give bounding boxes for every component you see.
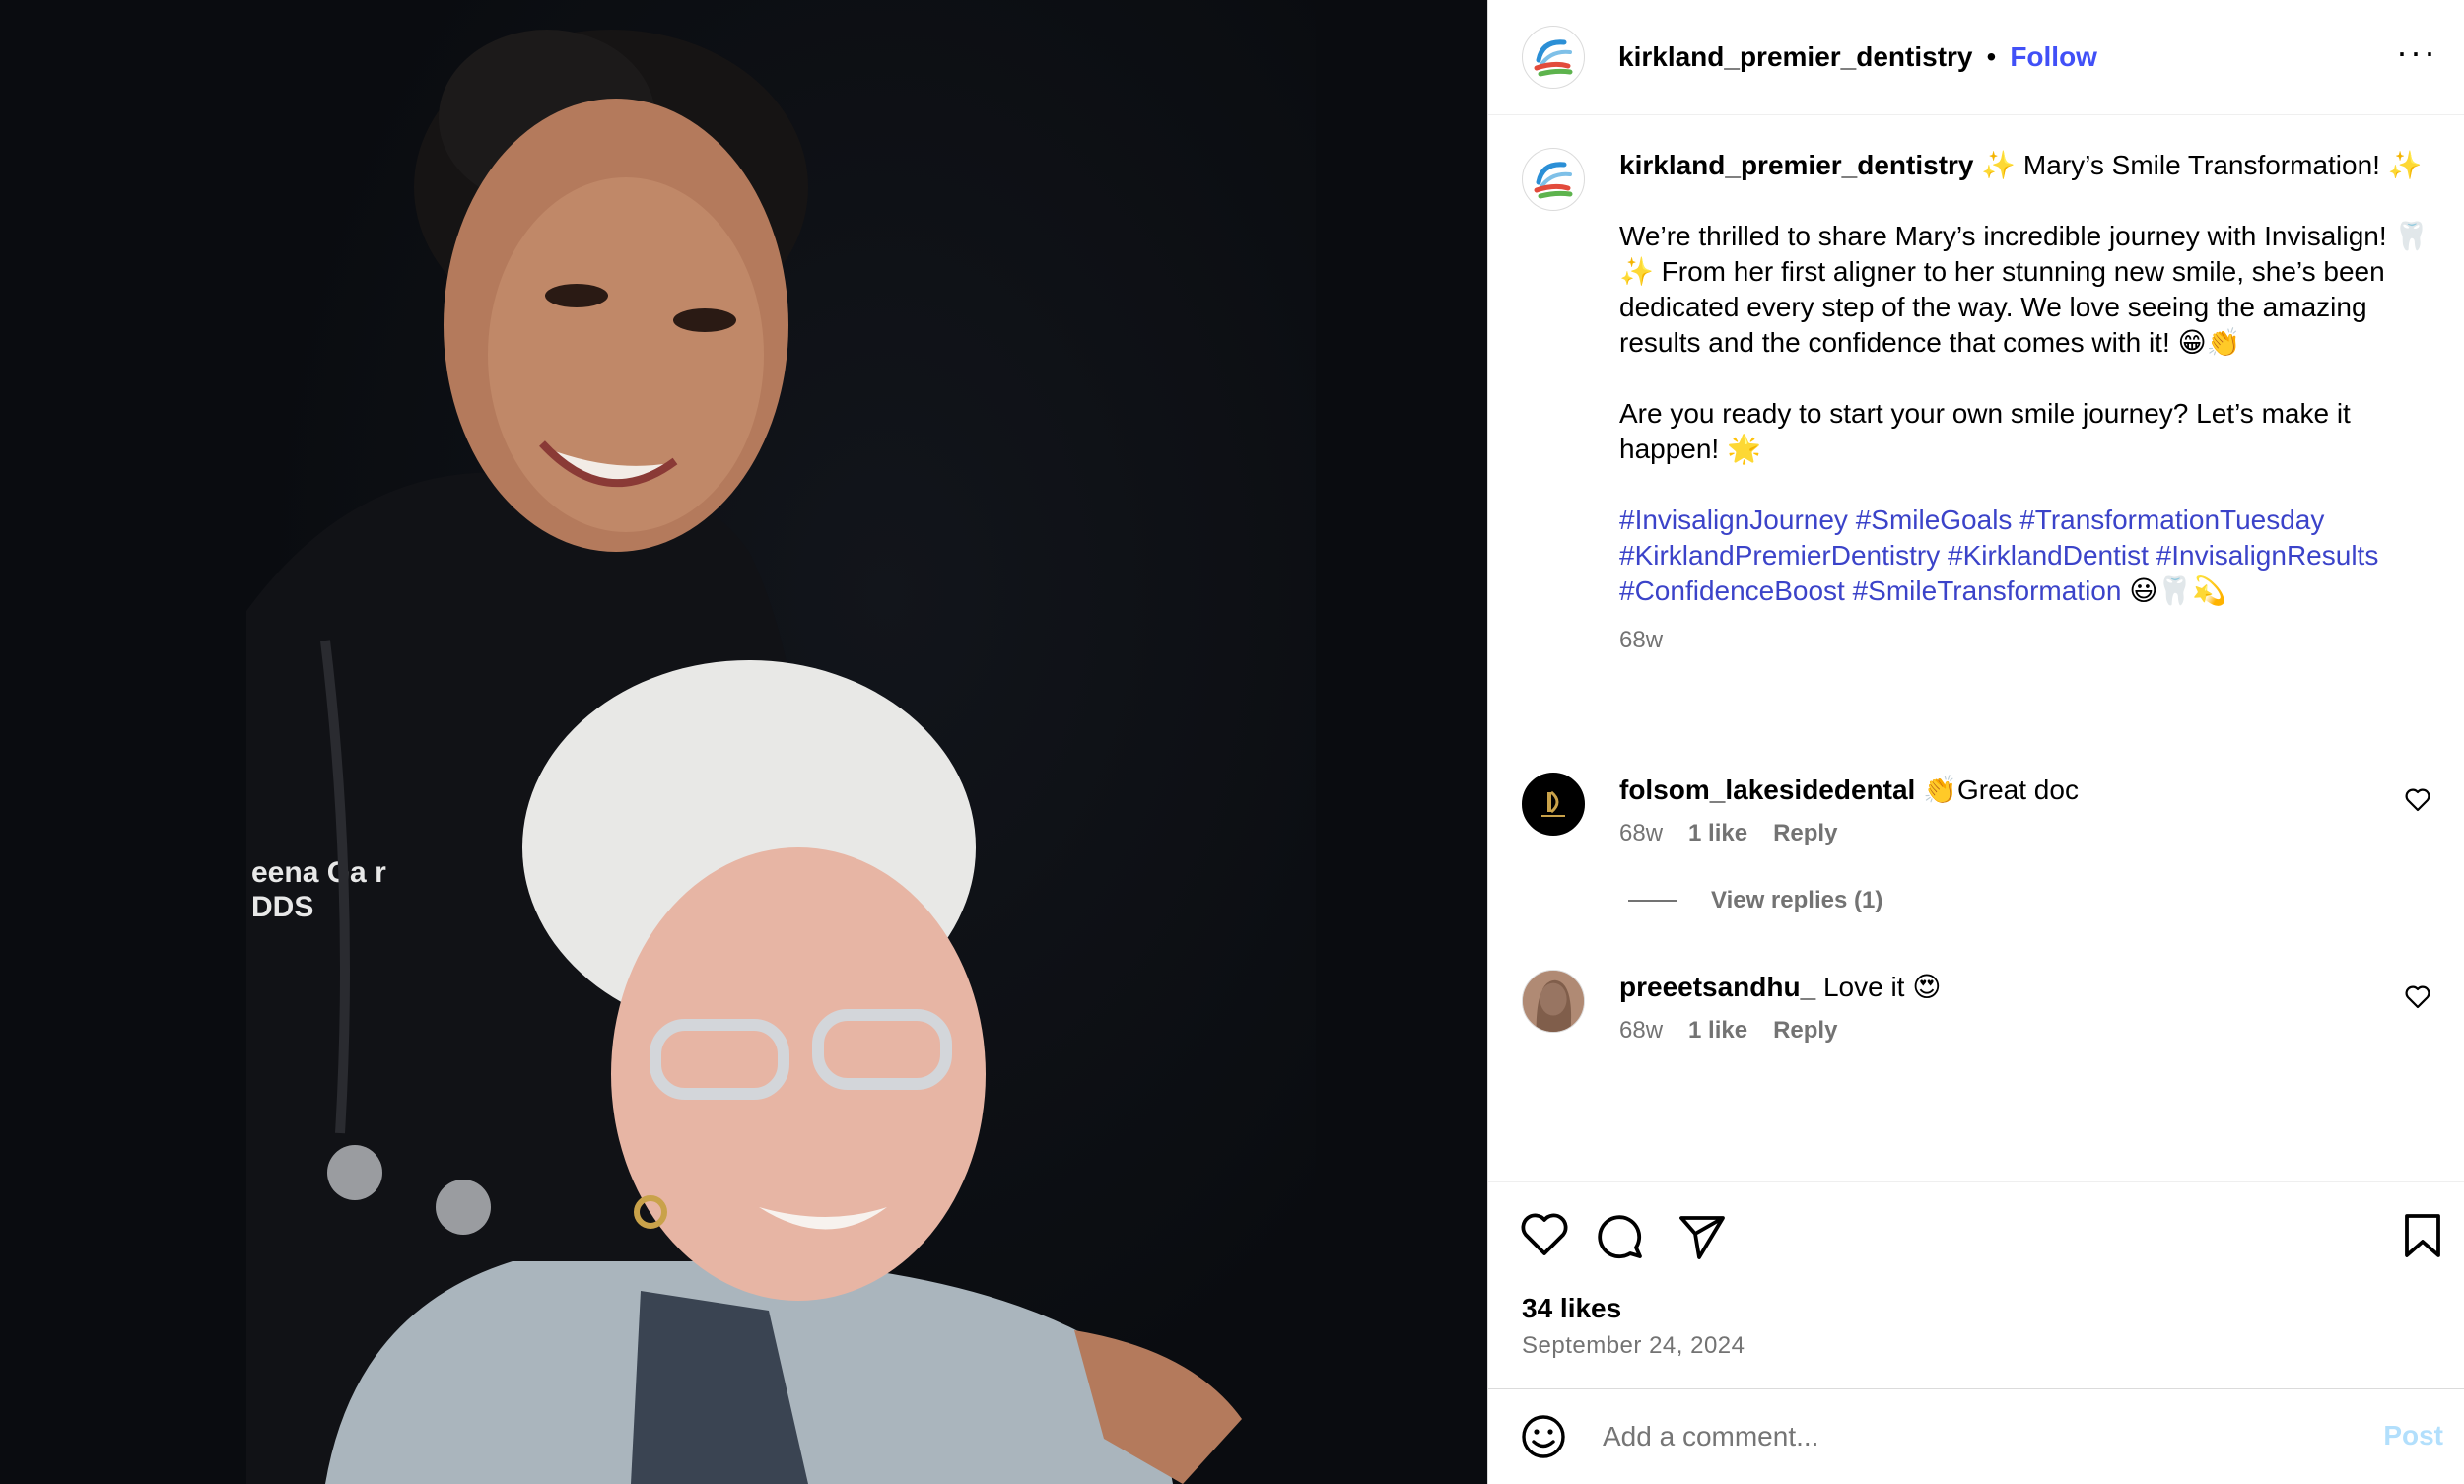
more-options-icon[interactable]: ··· [2396,34,2437,70]
post-date[interactable]: September 24, 2024 [1522,1332,1745,1360]
comment-input[interactable] [1603,1421,2352,1452]
caption-hashtags[interactable]: #InvisalignJourney #SmileGoals #Transfor… [1619,505,2378,606]
comments-section[interactable]: kirkland_premier_dentistry ✨ Mary’s Smil… [1488,115,2464,1181]
comment-time[interactable]: 68w [1619,1017,1663,1045]
follow-button[interactable]: Follow [2010,41,2097,73]
brand-logo-icon [1534,162,1573,199]
post-caption: kirkland_premier_dentistry ✨ Mary’s Smil… [1522,148,2438,658]
photo-illustration: eena Ga r DDS [246,30,1242,1484]
comment-like-heart-icon[interactable] [2405,985,2430,1009]
caption-title: ✨ Mary’s Smile Transformation! ✨ [1973,150,2423,180]
post-photo[interactable]: eena Ga r DDS [0,0,1487,1484]
comment-username[interactable]: preeetsandhu_ [1619,972,1815,1002]
caption-paragraph-1: We’re thrilled to share Mary’s incredibl… [1619,221,2430,358]
caption-timestamp[interactable]: 68w [1619,623,2432,658]
view-replies-button[interactable]: View replies (1) [1628,887,1882,914]
caption-avatar[interactable] [1522,148,1585,211]
emoji-picker-icon[interactable] [1520,1413,1567,1460]
badge-title-text: DDS [251,891,313,923]
caption-hashtag-emoji: 😃🦷💫 [2121,575,2227,606]
post-actions: 34 likes September 24, 2024 [1488,1181,2464,1388]
badge-name-text: eena Ga r [251,856,386,889]
brand-logo-icon [1534,39,1573,77]
comment-bubble-icon[interactable] [1597,1212,1646,1261]
view-replies-label: View replies (1) [1711,887,1883,913]
commenter-avatar[interactable] [1522,970,1585,1033]
comment-composer: Post [1488,1388,2464,1484]
author-username[interactable]: kirkland_premier_dentistry [1618,41,1973,73]
comment-item: preeetsandhu_ Love it 😍 68w 1 like Reply [1522,970,2438,1045]
save-bookmark-icon[interactable] [2403,1212,2442,1259]
header-separator: • [1986,41,1997,72]
post-comment-button[interactable]: Post [2383,1420,2443,1451]
post-header: kirkland_premier_dentistry • Follow ··· [1488,0,2464,115]
share-send-icon[interactable] [1677,1212,1727,1261]
caption-username[interactable]: kirkland_premier_dentistry [1619,150,1974,180]
comment-time[interactable]: 68w [1619,820,1663,847]
reply-button[interactable]: Reply [1773,1017,1837,1045]
comment-likes[interactable]: 1 like [1688,1017,1747,1045]
comment-text: Love it 😍 [1815,972,1942,1002]
reply-button[interactable]: Reply [1773,820,1837,847]
comment-item: folsom_lakesidedental 👏Great doc 68w 1 l… [1522,773,2438,847]
like-heart-icon[interactable] [1520,1212,1569,1257]
comment-username[interactable]: folsom_lakesidedental [1619,775,1915,805]
caption-paragraph-2: Are you ready to start your own smile jo… [1619,398,2351,464]
comment-text: 👏Great doc [1915,775,2079,805]
lakeside-logo-icon [1541,790,1565,817]
profile-photo-icon [1523,971,1584,1032]
likes-count[interactable]: 34 likes [1522,1293,1621,1324]
comment-likes[interactable]: 1 like [1688,820,1747,847]
post-details-panel: kirkland_premier_dentistry • Follow ··· … [1487,0,2464,1484]
comment-like-heart-icon[interactable] [2405,788,2430,812]
author-avatar[interactable] [1522,26,1585,89]
commenter-avatar[interactable] [1522,773,1585,836]
view-replies-line [1628,900,1677,902]
